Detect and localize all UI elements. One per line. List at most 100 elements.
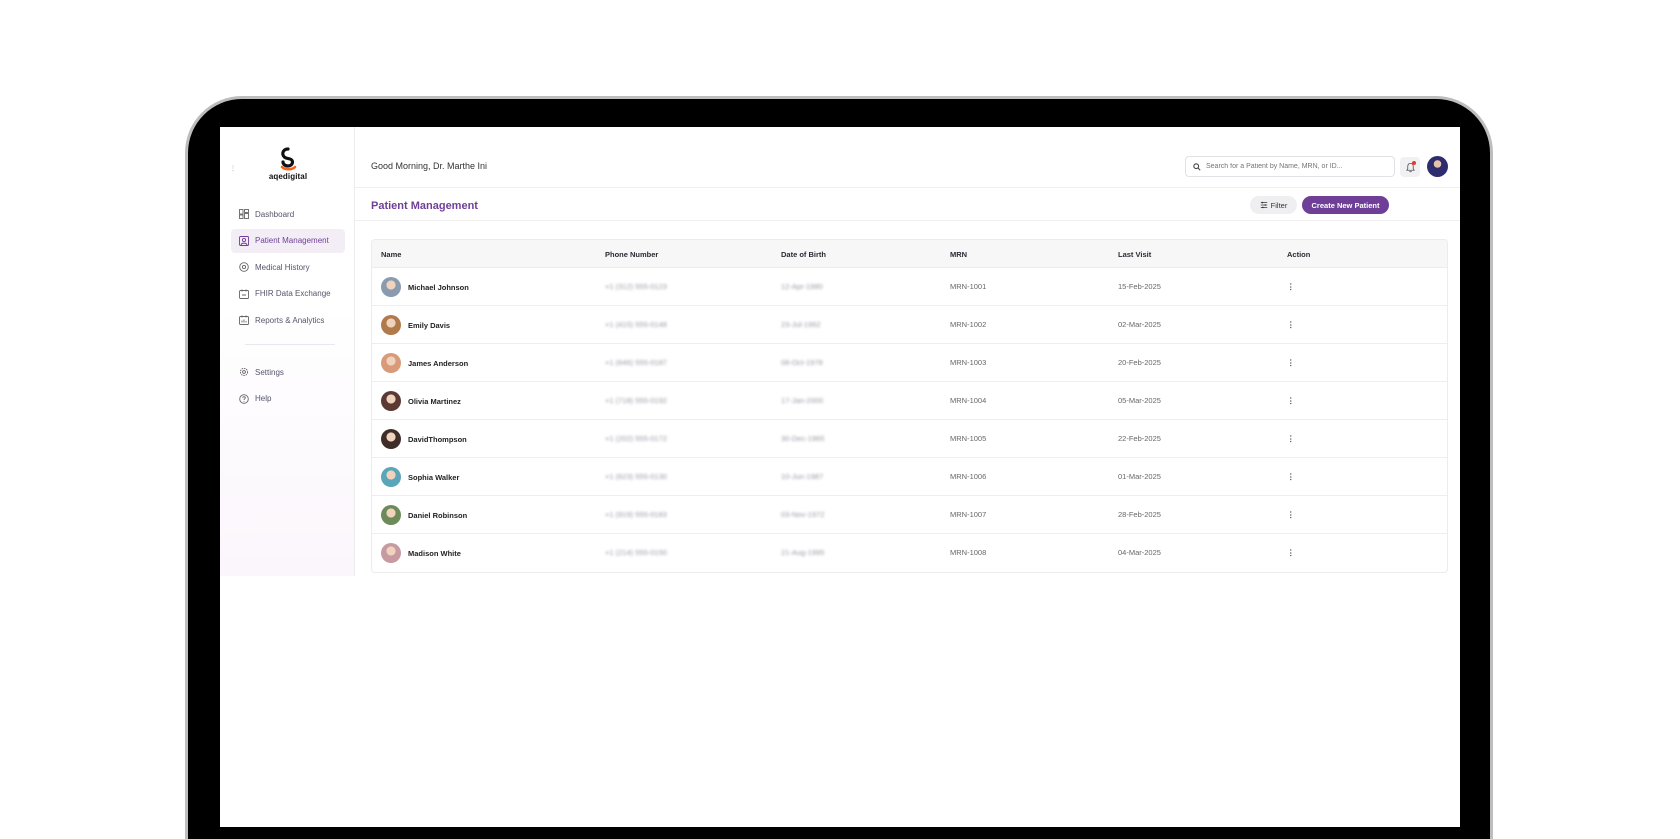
- mrn-value: MRN-1002: [950, 320, 987, 329]
- phone-number: +1 (919) 555-0183: [605, 510, 667, 519]
- sidebar: ⋮ aqedigital Dashboard Patient Managemen…: [220, 127, 355, 576]
- row-action-menu-icon[interactable]: ⋮: [1287, 396, 1295, 405]
- gear-icon: [239, 367, 249, 377]
- sidebar-item-label: FHIR Data Exchange: [255, 289, 331, 299]
- table-row[interactable]: Madison White +1 (214) 555-0150 21-Aug-1…: [372, 534, 1447, 572]
- phone-number: +1 (646) 555-0187: [605, 358, 667, 367]
- search-box[interactable]: [1185, 156, 1395, 177]
- patient-name-cell[interactable]: Emily Davis: [381, 315, 450, 335]
- table-row[interactable]: Olivia Martinez +1 (718) 555-0192 17-Jan…: [372, 382, 1447, 420]
- sidebar-item-patient-management[interactable]: Patient Management: [231, 228, 345, 253]
- table-row[interactable]: DavidThompson +1 (202) 555-0172 30-Dec-1…: [372, 420, 1447, 458]
- date-of-birth: 08-Oct-1978: [781, 358, 823, 367]
- brand-logo[interactable]: aqedigital: [258, 147, 318, 181]
- sidebar-item-help[interactable]: Help: [231, 387, 345, 411]
- table-row[interactable]: James Anderson +1 (646) 555-0187 08-Oct-…: [372, 344, 1447, 382]
- patient-name-cell[interactable]: DavidThompson: [381, 429, 467, 449]
- patient-name-cell[interactable]: Sophia Walker: [381, 467, 459, 487]
- patient-name-cell[interactable]: James Anderson: [381, 353, 468, 373]
- table-header: Name Phone Number Date of Birth MRN Last…: [372, 240, 1447, 268]
- mrn-value: MRN-1005: [950, 434, 987, 443]
- row-action-menu-icon[interactable]: ⋮: [1287, 434, 1295, 443]
- column-header-last-visit[interactable]: Last Visit: [1118, 250, 1151, 259]
- sidebar-item-settings[interactable]: Settings: [231, 360, 345, 384]
- phone-number: +1 (202) 555-0172: [605, 434, 667, 443]
- phone-number: +1 (623) 555-0130: [605, 472, 667, 481]
- page-header: Patient Management Filter Create New Pat…: [355, 188, 1460, 221]
- last-visit-date: 22-Feb-2025: [1118, 434, 1161, 443]
- mrn-value: MRN-1001: [950, 282, 987, 291]
- logo-icon: [280, 147, 297, 171]
- patient-avatar: [381, 467, 401, 487]
- patient-name: Sophia Walker: [408, 472, 460, 482]
- patient-avatar: [381, 391, 401, 411]
- app-screen: ⋮ aqedigital Dashboard Patient Managemen…: [220, 127, 1460, 827]
- exchange-icon: [239, 289, 249, 299]
- patient-avatar: [381, 429, 401, 449]
- reports-icon: [239, 315, 249, 326]
- patient-name-cell[interactable]: Daniel Robinson: [381, 505, 467, 525]
- column-header-dob[interactable]: Date of Birth: [781, 250, 826, 259]
- search-icon: [1193, 162, 1201, 171]
- row-action-menu-icon[interactable]: ⋮: [1287, 282, 1295, 291]
- filter-button[interactable]: Filter: [1250, 196, 1297, 214]
- sidebar-secondary-nav: Settings Help: [231, 360, 345, 413]
- patient-avatar: [381, 277, 401, 297]
- sidebar-item-reports-analytics[interactable]: Reports & Analytics: [231, 308, 345, 332]
- help-icon: [239, 393, 249, 404]
- sidebar-item-label: Reports & Analytics: [255, 315, 325, 325]
- notification-badge: [1412, 161, 1416, 165]
- row-action-menu-icon[interactable]: ⋮: [1287, 320, 1295, 329]
- greeting-text: Good Morning, Dr. Marthe Ini: [371, 161, 488, 171]
- last-visit-date: 04-Mar-2025: [1118, 548, 1161, 557]
- date-of-birth: 12-Apr-1980: [781, 282, 823, 291]
- patient-table: Name Phone Number Date of Birth MRN Last…: [371, 239, 1448, 573]
- filter-label: Filter: [1270, 200, 1288, 210]
- mrn-value: MRN-1003: [950, 358, 987, 367]
- notification-button[interactable]: [1400, 157, 1420, 177]
- patient-name: James Anderson: [408, 358, 469, 368]
- date-of-birth: 03-Nov-1972: [781, 510, 825, 519]
- patient-name-cell[interactable]: Olivia Martinez: [381, 391, 461, 411]
- phone-number: +1 (718) 555-0192: [605, 396, 667, 405]
- column-header-action: Action: [1287, 250, 1311, 259]
- search-input[interactable]: [1206, 163, 1386, 170]
- patient-name-cell[interactable]: Michael Johnson: [381, 277, 469, 297]
- sidebar-item-dashboard[interactable]: Dashboard: [231, 202, 345, 226]
- filter-icon: [1260, 201, 1267, 209]
- patient-avatar: [381, 543, 401, 563]
- column-header-name[interactable]: Name: [381, 250, 401, 259]
- last-visit-date: 20-Feb-2025: [1118, 358, 1161, 367]
- sidebar-item-fhir-data-exchange[interactable]: FHIR Data Exchange: [231, 282, 345, 306]
- sidebar-item-medical-history[interactable]: Medical History: [231, 255, 345, 279]
- table-row[interactable]: Sophia Walker +1 (623) 555-0130 10-Jun-1…: [372, 458, 1447, 496]
- column-header-phone[interactable]: Phone Number: [605, 250, 658, 259]
- patient-icon: [239, 235, 249, 246]
- date-of-birth: 10-Jun-1987: [781, 472, 824, 481]
- table-row[interactable]: Emily Davis +1 (415) 555-0148 23-Jul-199…: [372, 306, 1447, 344]
- patient-avatar: [381, 505, 401, 525]
- column-header-mrn[interactable]: MRN: [950, 250, 967, 259]
- last-visit-date: 02-Mar-2025: [1118, 320, 1161, 329]
- row-action-menu-icon[interactable]: ⋮: [1287, 510, 1295, 519]
- date-of-birth: 21-Aug-1995: [781, 548, 825, 557]
- patient-avatar: [381, 315, 401, 335]
- last-visit-date: 05-Mar-2025: [1118, 396, 1161, 405]
- user-avatar[interactable]: [1427, 156, 1448, 177]
- patient-name: Olivia Martinez: [408, 396, 461, 406]
- sidebar-item-label: Medical History: [255, 262, 310, 272]
- patient-name-cell[interactable]: Madison White: [381, 543, 461, 563]
- table-row[interactable]: Daniel Robinson +1 (919) 555-0183 03-Nov…: [372, 496, 1447, 534]
- last-visit-date: 28-Feb-2025: [1118, 510, 1161, 519]
- logo-text: aqedigital: [268, 172, 308, 181]
- patient-avatar: [381, 353, 401, 373]
- dashboard-icon: [239, 209, 249, 219]
- table-row[interactable]: Michael Johnson +1 (312) 555-0123 12-Apr…: [372, 268, 1447, 306]
- row-action-menu-icon[interactable]: ⋮: [1287, 472, 1295, 481]
- row-action-menu-icon[interactable]: ⋮: [1287, 548, 1295, 557]
- row-action-menu-icon[interactable]: ⋮: [1287, 358, 1295, 367]
- table-body: Michael Johnson +1 (312) 555-0123 12-Apr…: [372, 268, 1447, 572]
- sidebar-handle-icon[interactable]: ⋮: [230, 165, 236, 172]
- create-new-patient-button[interactable]: Create New Patient: [1302, 196, 1389, 214]
- patient-name: Madison White: [408, 548, 461, 558]
